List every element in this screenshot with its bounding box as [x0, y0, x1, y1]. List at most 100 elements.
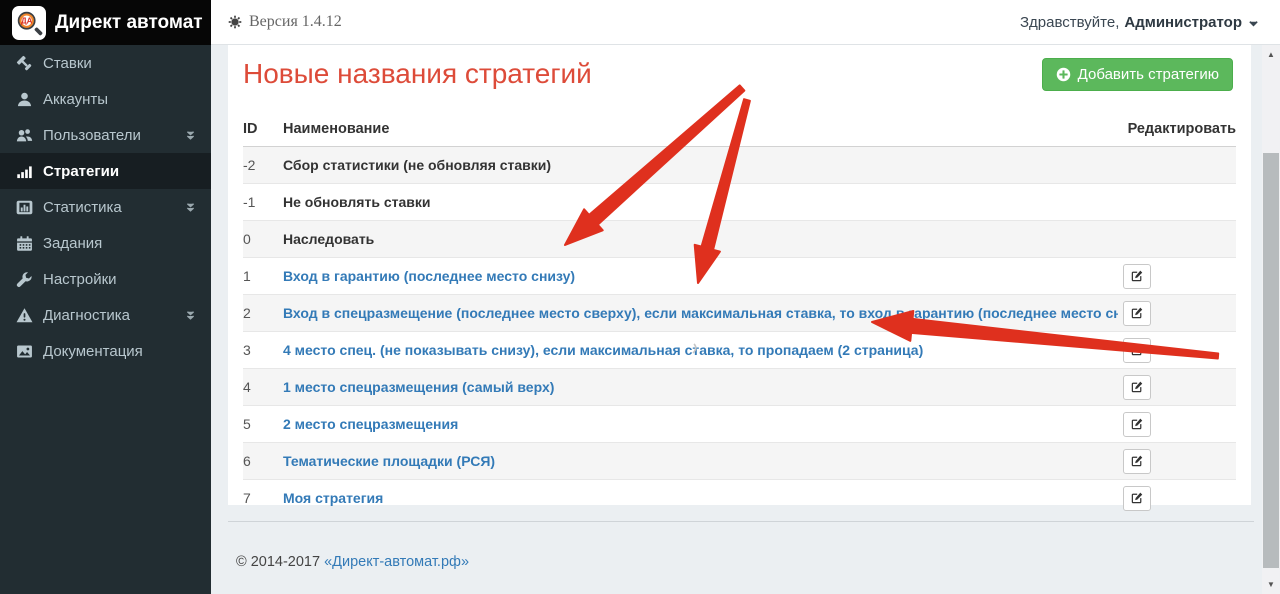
edit-icon — [1130, 269, 1144, 283]
sidebar-item-label: Задания — [43, 235, 197, 252]
row-id: 5 — [243, 406, 283, 443]
edit-button[interactable] — [1123, 412, 1151, 437]
edit-icon — [1130, 417, 1144, 431]
top-bar: Версия 1.4.12 Здравствуйте, Администрато… — [211, 0, 1280, 45]
add-strategy-label: Добавить стратегию — [1078, 66, 1219, 83]
edit-icon — [1130, 491, 1144, 505]
edit-icon — [1130, 380, 1144, 394]
strategy-link[interactable]: Вход в гарантию (последнее место снизу) — [283, 268, 575, 284]
strategy-link[interactable]: Тематические площадки (РСЯ) — [283, 453, 495, 469]
row-id: 0 — [243, 221, 283, 258]
copyright-text: © 2014-2017 — [236, 554, 320, 570]
calendar-icon — [16, 235, 33, 252]
row-id: 6 — [243, 443, 283, 480]
version-info: Версия 1.4.12 — [228, 13, 342, 31]
wrench-icon — [16, 271, 33, 288]
row-id: 2 — [243, 295, 283, 332]
user-icon — [16, 91, 33, 108]
edit-button[interactable] — [1123, 301, 1151, 326]
sidebar-item-label: Аккаунты — [43, 91, 197, 108]
row-id: 4 — [243, 369, 283, 406]
table-row: 34 место спец. (не показывать снизу), ес… — [243, 332, 1236, 369]
strategies-table: ID Наименование Редактировать -2Сбор ста… — [243, 114, 1236, 516]
scroll-up-button[interactable]: ▲ — [1262, 46, 1280, 63]
sidebar-item-label: Диагностика — [43, 307, 184, 324]
chart-box-icon — [16, 199, 33, 216]
add-strategy-button[interactable]: Добавить стратегию — [1042, 58, 1233, 91]
strategies-card: Новые названия стратегий Добавить страте… — [228, 45, 1251, 505]
content-area: Новые названия стратегий Добавить страте… — [211, 45, 1262, 594]
sidebar-item-users[interactable]: Пользователи — [0, 117, 211, 153]
sidebar-item-statistics[interactable]: Статистика — [0, 189, 211, 225]
sidebar-item-label: Пользователи — [43, 127, 184, 144]
sidebar-item-label: Стратегии — [43, 163, 197, 180]
sidebar-item-diagnostics[interactable]: Диагностика — [0, 297, 211, 333]
edit-button[interactable] — [1123, 338, 1151, 363]
username-text: Администратор — [1124, 14, 1242, 31]
sidebar-menu: Ставки Аккаунты Пользователи Стратегии Стати… — [0, 45, 211, 369]
edit-icon — [1130, 343, 1144, 357]
table-row: 6Тематические площадки (РСЯ) — [243, 443, 1236, 480]
sidebar-item-label: Статистика — [43, 199, 184, 216]
edit-button[interactable] — [1123, 375, 1151, 400]
app-logo[interactable]: ДА Директ автомат — [0, 0, 211, 45]
double-chevron-down-icon — [184, 201, 197, 214]
strategy-name: Не обновлять ставки — [283, 194, 430, 210]
users-icon — [16, 127, 33, 144]
version-text: Версия 1.4.12 — [249, 13, 342, 31]
logo-badge-text: ДА — [21, 16, 33, 25]
row-id: 1 — [243, 258, 283, 295]
strategy-link[interactable]: 4 место спец. (не показывать снизу), есл… — [283, 342, 923, 358]
table-row: 52 место спецразмещения — [243, 406, 1236, 443]
sidebar-item-documentation[interactable]: Документация — [0, 333, 211, 369]
strategy-link[interactable]: 2 место спецразмещения — [283, 416, 458, 432]
sidebar-item-tasks[interactable]: Задания — [0, 225, 211, 261]
strategy-name: Наследовать — [283, 231, 374, 247]
gavel-icon — [16, 55, 33, 72]
strategy-name: Сбор статистики (не обновляя ставки) — [283, 157, 551, 173]
footer-divider — [228, 521, 1254, 522]
user-menu[interactable]: Здравствуйте, Администратор — [1020, 14, 1260, 31]
table-row: 2Вход в спецразмещение (последнее место … — [243, 295, 1236, 332]
scrollbar: ▲ ▼ — [1262, 45, 1280, 594]
table-row: 7Моя стратегия — [243, 480, 1236, 517]
sidebar: ДА Директ автомат Ставки Аккаунты Пользова… — [0, 0, 211, 594]
sidebar-item-label: Настройки — [43, 271, 197, 288]
scroll-down-button[interactable]: ▼ — [1262, 576, 1280, 593]
warning-icon — [16, 307, 33, 324]
strategy-link[interactable]: Вход в спецразмещение (последнее место с… — [283, 305, 1118, 321]
strategy-link[interactable]: 1 место спецразмещения (самый верх) — [283, 379, 554, 395]
edit-button[interactable] — [1123, 486, 1151, 511]
table-row: 0Наследовать — [243, 221, 1236, 258]
sidebar-item-accounts[interactable]: Аккаунты — [0, 81, 211, 117]
sidebar-item-settings[interactable]: Настройки — [0, 261, 211, 297]
sidebar-item-label: Ставки — [43, 55, 197, 72]
row-id: 3 — [243, 332, 283, 369]
edit-icon — [1130, 306, 1144, 320]
app-title: Директ автомат — [55, 12, 203, 34]
sidebar-item-rates[interactable]: Ставки — [0, 45, 211, 81]
edit-button[interactable] — [1123, 264, 1151, 289]
table-row: -1Не обновлять ставки — [243, 184, 1236, 221]
row-id: -2 — [243, 147, 283, 184]
footer-copyright: © 2014-2017 «Директ-автомат.рф» — [236, 554, 469, 570]
chevron-down-icon — [1247, 17, 1260, 30]
column-header-edit: Редактировать — [1118, 114, 1236, 147]
table-row: 1Вход в гарантию (последнее место снизу) — [243, 258, 1236, 295]
gear-icon — [228, 15, 242, 29]
table-row: -2Сбор статистики (не обновляя ставки) — [243, 147, 1236, 184]
column-header-id: ID — [243, 114, 283, 147]
edit-icon — [1130, 454, 1144, 468]
image-icon — [16, 343, 33, 360]
strategy-link[interactable]: Моя стратегия — [283, 490, 383, 506]
edit-button[interactable] — [1123, 449, 1151, 474]
greeting-text: Здравствуйте, — [1020, 14, 1119, 31]
footer-site-link[interactable]: «Директ-автомат.рф» — [324, 554, 469, 570]
app-logo-icon: ДА — [12, 6, 46, 40]
bar-chart-icon — [16, 163, 33, 180]
row-id: -1 — [243, 184, 283, 221]
double-chevron-down-icon — [184, 129, 197, 142]
sidebar-item-strategies[interactable]: Стратегии — [0, 153, 211, 189]
table-row: 41 место спецразмещения (самый верх) — [243, 369, 1236, 406]
scrollbar-thumb[interactable] — [1263, 153, 1279, 568]
